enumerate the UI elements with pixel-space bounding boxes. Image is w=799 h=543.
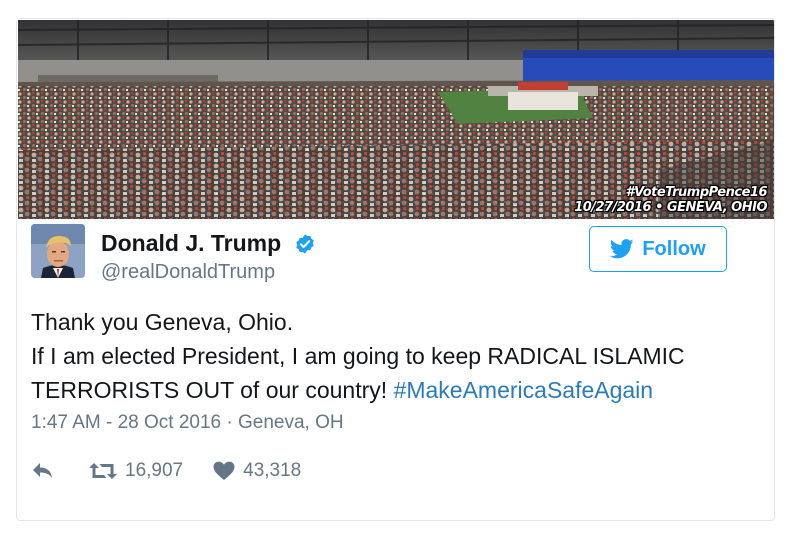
author-handle[interactable]: @realDonaldTrump bbox=[101, 261, 316, 284]
tweet-photo[interactable]: #VoteTrumpPence16 10/27/2016 • GENEVA, O… bbox=[18, 20, 774, 219]
verified-badge-icon bbox=[295, 233, 314, 254]
photo-caption: #VoteTrumpPence16 10/27/2016 • GENEVA, O… bbox=[574, 185, 767, 215]
tweet-line-3: TERRORISTS OUT of our country! #MakeAmer… bbox=[31, 373, 751, 407]
retweet-count: 16,907 bbox=[125, 460, 184, 481]
tweet-line-3-text: TERRORISTS OUT of our country! bbox=[31, 377, 394, 403]
author-display-name[interactable]: Donald J. Trump bbox=[101, 230, 281, 257]
follow-button[interactable]: Follow bbox=[589, 226, 727, 272]
follow-button-label: Follow bbox=[642, 237, 706, 260]
bird-icon bbox=[610, 239, 634, 259]
like-count: 43,318 bbox=[243, 460, 302, 481]
author-names: Donald J. Trump @realDonaldTrump bbox=[101, 230, 316, 284]
tweet-actions: 16,907 43,318 bbox=[31, 458, 301, 484]
tweet-location[interactable]: Geneva, OH bbox=[238, 412, 344, 433]
hashtag-link[interactable]: #MakeAmericaSafeAgain bbox=[394, 377, 654, 403]
caption-date-location: 10/27/2016 • GENEVA, OHIO bbox=[574, 200, 767, 215]
profile-photo-image bbox=[31, 224, 85, 278]
reply-button[interactable] bbox=[31, 461, 55, 481]
reply-icon bbox=[33, 463, 52, 478]
heart-icon bbox=[213, 461, 235, 480]
avatar[interactable] bbox=[31, 224, 85, 278]
tweet-line-1: Thank you Geneva, Ohio. bbox=[31, 309, 294, 335]
like-button[interactable]: 43,318 bbox=[213, 460, 301, 482]
tweet-timestamp[interactable]: 1:47 AM - 28 Oct 2016 bbox=[31, 412, 221, 433]
caption-hashtag: #VoteTrumpPence16 bbox=[625, 185, 768, 200]
tweet-text: Thank you Geneva, Ohio. If I am elected … bbox=[31, 305, 751, 407]
retweet-icon bbox=[89, 463, 117, 479]
tweet-line-2: If I am elected President, I am going to… bbox=[31, 343, 685, 369]
retweet-button[interactable]: 16,907 bbox=[89, 460, 183, 482]
meta-separator: · bbox=[226, 412, 233, 433]
tweet-meta: 1:47 AM - 28 Oct 2016 · Geneva, OH bbox=[31, 412, 344, 434]
